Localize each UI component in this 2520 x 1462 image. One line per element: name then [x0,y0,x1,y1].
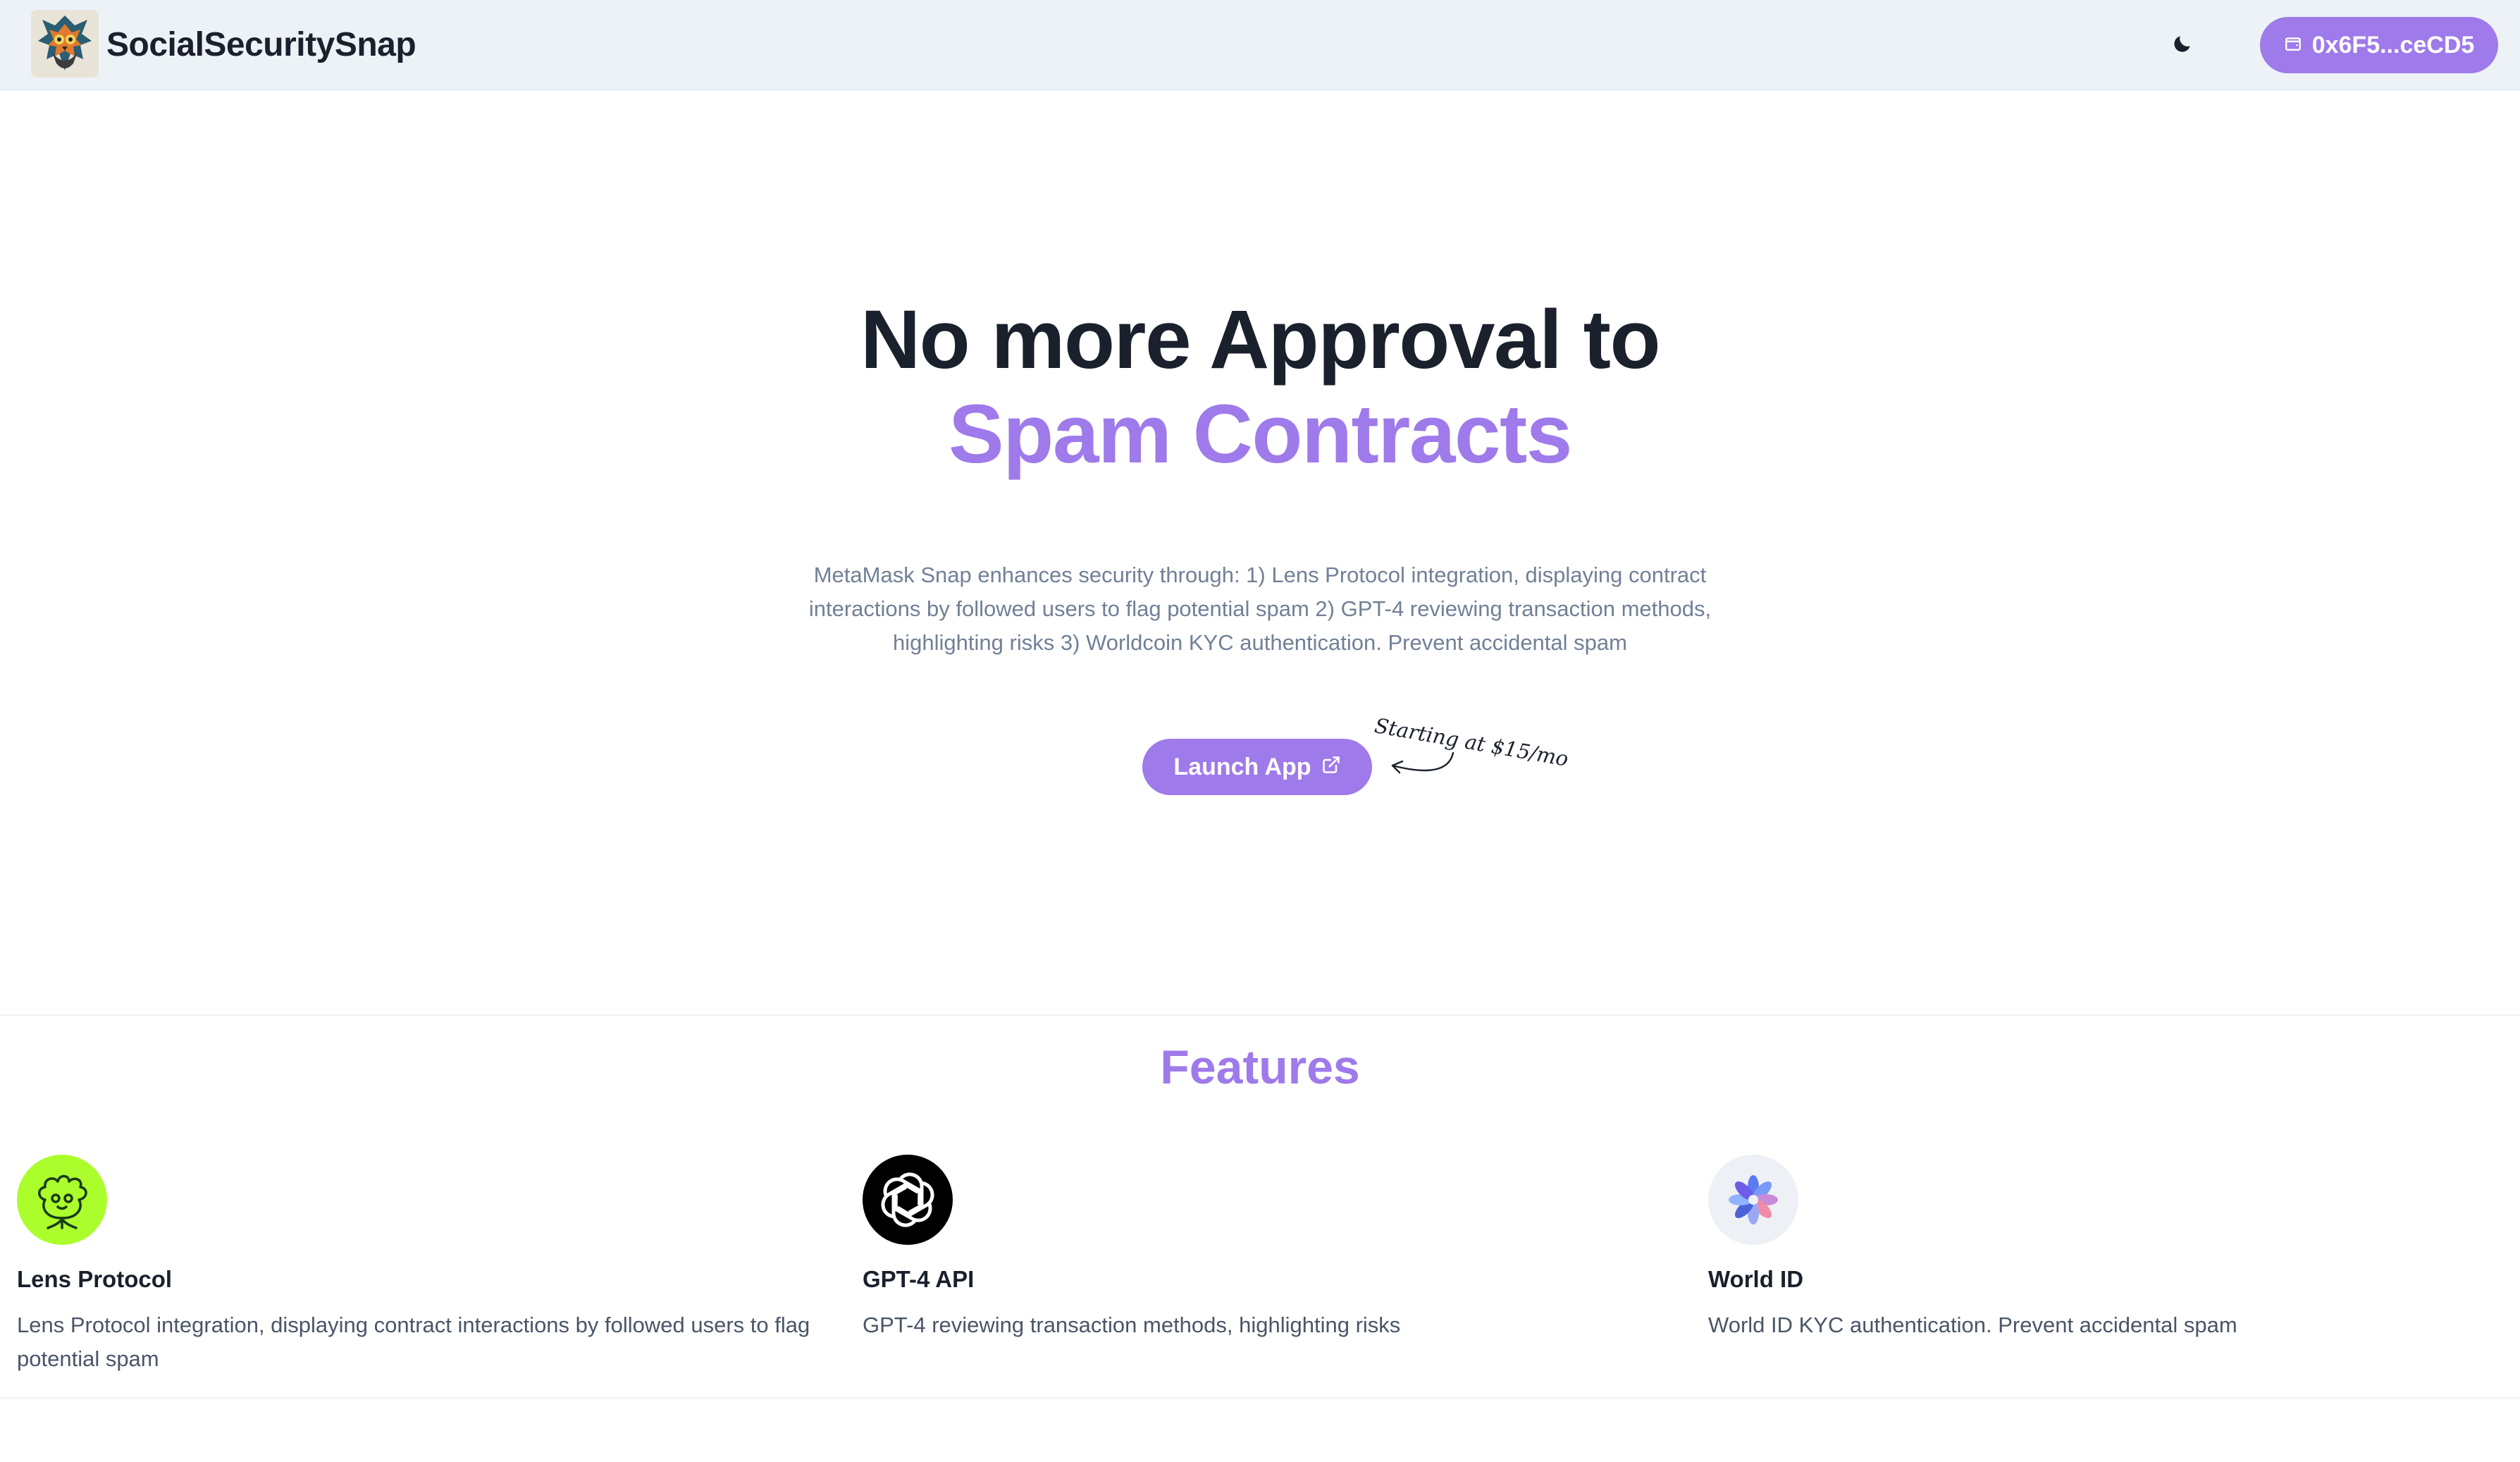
lens-protocol-icon [17,1155,107,1245]
hero-description: MetaMask Snap enhances security through:… [808,563,1712,655]
top-navbar: SocialSecuritySnap 0x6F5...ceCD5 [0,0,2520,90]
wallet-address-label: 0x6F5...ceCD5 [2311,31,2475,59]
brand-name[interactable]: SocialSecuritySnap [106,25,416,64]
feature-card-lens: Lens Protocol Lens Protocol integration,… [17,1155,813,1376]
moon-icon [2171,32,2194,59]
pricing-annotation: Starting at $15/mo [1373,706,1570,784]
section-divider [0,1014,2520,1016]
section-divider [0,1397,2520,1399]
theme-toggle-button[interactable] [2168,31,2197,59]
feature-title: World ID [1708,1266,1804,1292]
feature-card-gpt4: GPT-4 API GPT-4 reviewing transaction me… [863,1155,1659,1342]
hero-title-line1: No more Approval to [860,293,1661,386]
feature-description: GPT-4 reviewing transaction methods, hig… [863,1313,1401,1337]
feature-title: GPT-4 API [863,1266,975,1292]
wallet-address-button[interactable]: 0x6F5...ceCD5 [2260,17,2498,73]
wallet-icon [2284,32,2302,59]
launch-app-button[interactable]: Launch App [1142,739,1372,795]
feature-card-world-id: World ID World ID KYC authentication. Pr… [1708,1155,2504,1342]
feature-description: World ID KYC authentication. Prevent acc… [1708,1313,2237,1337]
launch-app-label: Launch App [1173,753,1311,780]
hero-title: No more Approval to Spam Contracts [0,293,2520,481]
feature-title: Lens Protocol [17,1266,173,1292]
hero-title-line2: Spam Contracts [949,388,1572,481]
owl-shield-logo-icon[interactable] [31,10,99,78]
openai-icon [863,1155,953,1245]
features-heading: Features [1160,1040,1360,1094]
curved-arrow-icon [1391,751,1454,774]
external-link-icon [1321,754,1341,781]
world-id-icon [1708,1155,1798,1245]
feature-description: Lens Protocol integration, displaying co… [17,1313,810,1371]
